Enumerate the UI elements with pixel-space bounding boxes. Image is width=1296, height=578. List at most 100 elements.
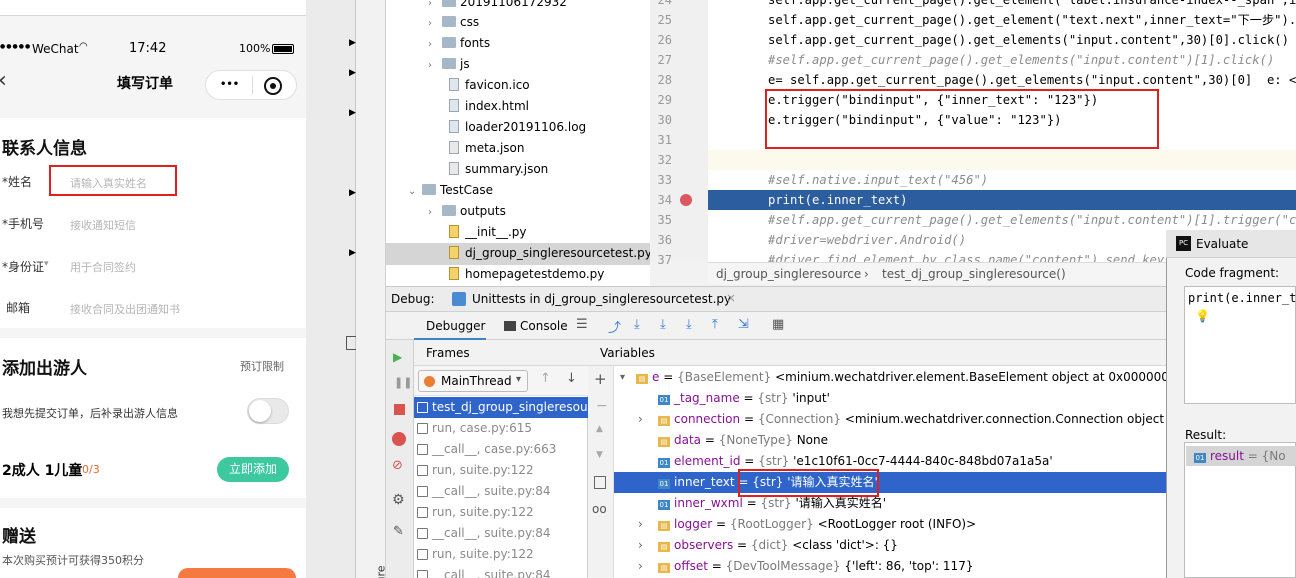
- move-down-icon[interactable]: ▼: [596, 450, 603, 460]
- variable-row-selected[interactable]: 01 inner_text = {str} '请输入真实姓名': [614, 472, 1166, 493]
- object-icon: ▤: [658, 437, 670, 447]
- expand-icon[interactable]: ›: [638, 556, 643, 577]
- variable-row[interactable]: › ▤ logger = {RootLogger} <RootLogger roo…: [614, 514, 1166, 535]
- thread-select[interactable]: MainThread ▾: [418, 370, 528, 392]
- mute-breakpoints-icon[interactable]: ⊘: [392, 458, 403, 473]
- id-card-dropdown-icon[interactable]: ▾: [44, 259, 49, 269]
- tree-item[interactable]: › js: [428, 54, 470, 75]
- tree-item[interactable]: meta.json: [449, 138, 524, 159]
- frame-item[interactable]: __call__, case.py:663: [414, 439, 588, 460]
- variable-row[interactable]: 01 element_id = {str} 'e1c10f61-0cc7-4444…: [614, 451, 1166, 472]
- lightbulb-icon[interactable]: 💡: [1195, 309, 1210, 323]
- copy-icon[interactable]: [594, 476, 606, 489]
- traveler-count-ratio: 0/3: [82, 463, 100, 476]
- frame-item[interactable]: __call__, suite.py:84: [414, 481, 588, 502]
- code-line-current[interactable]: print(e.inner_text): [768, 190, 907, 210]
- tree-item[interactable]: homepagetestdemo.py: [449, 264, 604, 285]
- expand-arrow-icon[interactable]: ▶: [349, 38, 356, 48]
- variable-row[interactable]: › ▤ connection = {Connection} <minium.wec…: [614, 409, 1166, 430]
- pin-icon[interactable]: ✎: [393, 524, 404, 539]
- frame-item[interactable]: run, suite.py:122: [414, 460, 588, 481]
- tab-console[interactable]: Console: [520, 319, 568, 333]
- tree-item[interactable]: favicon.ico: [449, 75, 530, 96]
- more-icon[interactable]: •••: [220, 79, 239, 90]
- tree-item[interactable]: loader20191106.log: [449, 117, 586, 138]
- frame-item-selected[interactable]: test_dj_group_singleresour: [414, 397, 588, 418]
- remove-watch-icon[interactable]: −: [596, 398, 608, 414]
- show-values-icon[interactable]: oo: [592, 502, 607, 516]
- step-over-icon[interactable]: ⤓: [634, 317, 640, 332]
- breakpoint-icon[interactable]: [680, 194, 692, 206]
- expand-icon[interactable]: ›: [638, 535, 643, 556]
- code-line[interactable]: #driver=webdriver.Android(): [768, 230, 966, 250]
- booking-limit-link[interactable]: 预订限制: [240, 358, 284, 374]
- show-execution-point-icon[interactable]: ⤴: [608, 317, 621, 336]
- view-breakpoints-icon[interactable]: [392, 432, 406, 446]
- expand-arrow-icon[interactable]: ▶: [349, 188, 356, 198]
- tree-item[interactable]: index.html: [449, 96, 529, 117]
- frame-item[interactable]: __call__, suite.py:84: [414, 523, 588, 544]
- tree-item[interactable]: › fonts: [428, 33, 490, 54]
- code-line[interactable]: #self.native.input_text("456"): [768, 170, 988, 190]
- settings-icon[interactable]: ⚙: [392, 492, 405, 508]
- tree-item[interactable]: summary.json: [449, 159, 548, 180]
- back-icon[interactable]: ‹: [0, 68, 7, 93]
- variable-row[interactable]: ▤ data = {NoneType} None: [614, 430, 1166, 451]
- stop-icon[interactable]: [394, 404, 405, 415]
- next-frame-icon[interactable]: ↓: [566, 371, 577, 386]
- code-line[interactable]: self.app.get_current_page().get_elements…: [768, 30, 1289, 50]
- battery-icon: [272, 44, 294, 54]
- tree-item[interactable]: ⌄ TestCase: [408, 180, 493, 201]
- email-input[interactable]: 接收合同及出团通知书: [70, 301, 180, 317]
- submit-later-toggle[interactable]: [247, 398, 289, 424]
- code-line[interactable]: #self.app.get_current_page().get_element…: [768, 50, 1274, 70]
- add-traveler-button[interactable]: 立即添加: [217, 457, 289, 482]
- breadcrumb-class[interactable]: dj_group_singleresource: [716, 263, 861, 285]
- id-card-input[interactable]: 用于合同签约: [70, 259, 136, 275]
- expand-icon[interactable]: ›: [638, 409, 643, 430]
- variable-row[interactable]: 01 _tag_name = {str} 'input': [614, 388, 1166, 409]
- tree-item[interactable]: › css: [428, 12, 479, 33]
- code-line[interactable]: #self.app.get_current_page().get_element…: [768, 210, 1296, 230]
- tree-item[interactable]: › outputs: [428, 201, 506, 222]
- step-into-my-code-icon[interactable]: ⤓: [686, 317, 692, 332]
- frame-item[interactable]: run, suite.py:122: [414, 502, 588, 523]
- phone-input[interactable]: 接收通知短信: [70, 217, 136, 233]
- new-watch-icon[interactable]: +: [594, 370, 607, 388]
- close-tab-icon[interactable]: ×: [726, 291, 736, 305]
- tree-item[interactable]: dj_group_singleresourcetest.py: [449, 243, 652, 264]
- expand-arrow-icon[interactable]: ▶: [349, 68, 356, 78]
- move-up-icon[interactable]: ▲: [596, 424, 603, 434]
- variable-row[interactable]: › ▤ offset = {DevToolMessage} {'left': 86…: [614, 556, 1166, 577]
- code-line[interactable]: e= self.app.get_current_page().get_eleme…: [768, 70, 1296, 90]
- frame-item[interactable]: run, case.py:615: [414, 418, 588, 439]
- menu-icon[interactable]: ☰: [576, 317, 588, 332]
- tree-item[interactable]: __init__.py: [449, 222, 527, 243]
- variable-row[interactable]: › ▤ observers = {dict} <class 'dict'>: {}: [614, 535, 1166, 556]
- variable-row[interactable]: ▾ ▤ e = {BaseElement} <minium.wechatdrive…: [614, 367, 1166, 388]
- code-line[interactable]: self.app.get_current_page().get_element(…: [768, 0, 1296, 10]
- resume-icon[interactable]: ▶: [393, 350, 402, 364]
- expand-icon[interactable]: ›: [638, 514, 643, 535]
- code-line[interactable]: self.app.get_current_page().get_element(…: [768, 10, 1296, 30]
- code-fragment-input[interactable]: print(e.inner_te 💡: [1184, 286, 1296, 404]
- pause-icon[interactable]: ❚❚: [394, 376, 412, 389]
- step-into-icon[interactable]: ⤓: [660, 317, 666, 332]
- submit-order-button[interactable]: [178, 568, 296, 578]
- debug-session-tab[interactable]: Unittests in dj_group_singleresourcetest…: [472, 292, 731, 306]
- run-to-cursor-icon[interactable]: ⇲: [738, 317, 749, 332]
- result-row[interactable]: 01 result = {No: [1186, 446, 1296, 466]
- frame-item[interactable]: __call__, suite.py:84: [414, 565, 588, 578]
- expand-arrow-icon[interactable]: ▶: [349, 108, 356, 118]
- previous-frame-icon[interactable]: ↑: [540, 371, 551, 386]
- frame-item[interactable]: run, suite.py:122: [414, 544, 588, 565]
- expand-arrow-icon[interactable]: ▶: [349, 248, 356, 258]
- evaluate-expression-icon[interactable]: ▦: [772, 317, 784, 332]
- expand-icon[interactable]: ▾: [620, 367, 625, 388]
- breadcrumb-method[interactable]: test_dj_group_singleresource(): [882, 263, 1066, 285]
- tab-debugger[interactable]: Debugger: [426, 319, 485, 333]
- variable-row[interactable]: 01 inner_wxml = {str} '请输入真实姓名': [614, 493, 1166, 514]
- close-mini-program-icon[interactable]: [264, 77, 282, 95]
- structure-side-tab[interactable]: ure: [375, 565, 388, 578]
- step-out-icon[interactable]: ⤒: [712, 317, 718, 332]
